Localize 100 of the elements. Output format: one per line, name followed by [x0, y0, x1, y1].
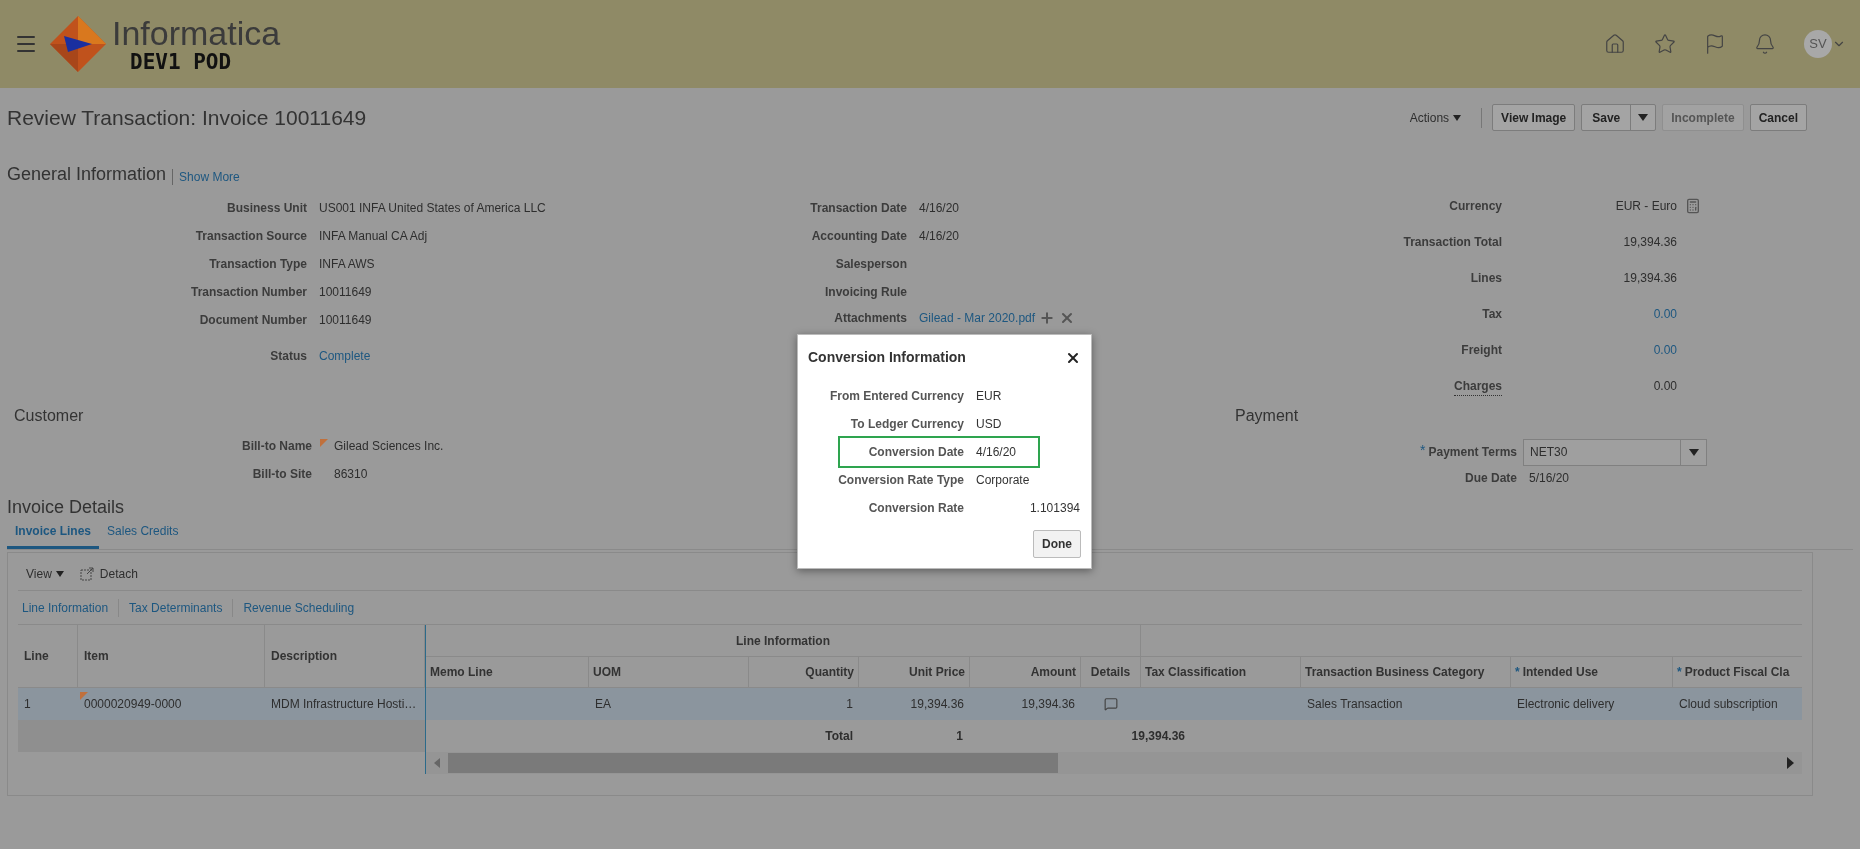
- details-icon[interactable]: [1104, 697, 1118, 711]
- field-value: US001 INFA United States of America LLC: [319, 200, 546, 217]
- field-label: Transaction Total: [1403, 234, 1502, 251]
- field-value: 19,394.36: [1623, 270, 1677, 287]
- column-header: Unit Price: [859, 657, 970, 687]
- bell-icon[interactable]: [1754, 33, 1776, 55]
- column-header: Amount: [970, 657, 1081, 687]
- show-more-link[interactable]: Show More: [179, 168, 240, 186]
- field-label: Transaction Number: [189, 284, 307, 301]
- star-icon[interactable]: [1654, 33, 1676, 55]
- user-avatar[interactable]: SV: [1804, 30, 1832, 58]
- payment-terms-select[interactable]: NET30: [1523, 438, 1707, 466]
- field-label: Invoicing Rule: [824, 284, 907, 301]
- field-label: Tax: [1482, 306, 1502, 323]
- view-menu[interactable]: View: [26, 564, 64, 583]
- field-link[interactable]: 0.00: [1653, 341, 1677, 359]
- field-value: INFA Manual CA Adj: [319, 228, 428, 245]
- column-group-header: Line Information: [426, 625, 1141, 656]
- tab[interactable]: Sales Credits: [99, 522, 187, 549]
- field-link[interactable]: 0.00: [1653, 305, 1677, 323]
- section-title: Invoice Details: [7, 496, 125, 519]
- field-value: EUR - Euro: [1615, 198, 1677, 215]
- table-cell-text: MDM Infrastructure Hosti…: [270, 696, 418, 713]
- section-title: General Information: [7, 163, 167, 186]
- table-cell-text: 1: [23, 696, 32, 713]
- column-header: UOM: [589, 657, 749, 687]
- column-label: Product Fiscal Cla: [1684, 664, 1790, 681]
- column-header: Description: [265, 625, 425, 687]
- table-cell-text: EA: [594, 696, 612, 713]
- field-value: 19,394.36: [1623, 234, 1677, 251]
- field-value: Corporate: [976, 472, 1030, 489]
- field-label: Transaction Type: [208, 256, 307, 273]
- field-link[interactable]: Complete: [319, 347, 371, 365]
- column-label: Tax Classification: [1145, 664, 1247, 681]
- toolbar-button[interactable]: Cancel: [1749, 104, 1807, 131]
- field-label: Bill-to Site: [251, 466, 312, 483]
- scroll-right-icon: [1787, 757, 1794, 769]
- field-label: Conversion Rate Type: [837, 472, 964, 489]
- field-value: 86310: [334, 466, 368, 483]
- required-marker: *: [1420, 443, 1426, 457]
- attachment-link[interactable]: Gilead - Mar 2020.pdf: [919, 309, 1036, 327]
- field-label: Bill-to Name: [241, 438, 312, 455]
- home-icon[interactable]: [1604, 33, 1626, 55]
- field-label: Due Date: [1464, 470, 1517, 487]
- field-value: 10011649: [319, 284, 372, 301]
- field-value: USD: [976, 416, 1002, 433]
- field-label: Freight: [1461, 342, 1502, 359]
- actions-menu[interactable]: Actions: [1409, 108, 1462, 127]
- section-title: Customer: [14, 406, 84, 426]
- field-value: 0.00: [1653, 378, 1677, 395]
- column-header: Details: [1081, 657, 1141, 687]
- tab[interactable]: Invoice Lines: [7, 522, 100, 549]
- field-value: EUR: [976, 388, 1002, 405]
- field-label: Lines: [1470, 270, 1502, 287]
- page-title: Review Transaction: Invoice 10011649: [7, 105, 367, 131]
- toolbar-button[interactable]: View Image: [1492, 104, 1576, 131]
- field-label: Charges: [1453, 376, 1502, 396]
- field-label: To Ledger Currency: [849, 416, 964, 433]
- table-cell-text: 1: [845, 696, 854, 713]
- field-label: From Entered Currency: [828, 388, 964, 405]
- save-button[interactable]: Save: [1582, 105, 1631, 130]
- field-label: Document Number: [198, 312, 307, 329]
- horizontal-scrollbar[interactable]: [426, 752, 1802, 774]
- column-label: Transaction Business Category: [1305, 664, 1485, 681]
- field-value: 4/16/20: [919, 200, 960, 217]
- field-value: 10011649: [319, 312, 372, 329]
- subtab-link[interactable]: Line Information: [22, 598, 109, 617]
- table-row[interactable]: 1 0000020949-0000 MDM Infrastructure Hosti…: [18, 688, 425, 720]
- subtab-link[interactable]: Tax Determinants: [129, 598, 223, 617]
- detach-button[interactable]: Detach: [79, 564, 138, 583]
- dialog-title: Conversion Information: [808, 348, 966, 367]
- flag-icon[interactable]: [1704, 33, 1726, 55]
- caret-icon: [1453, 114, 1462, 121]
- subtab-link[interactable]: Revenue Scheduling: [243, 598, 355, 617]
- scroll-left-icon: [434, 758, 440, 768]
- total-quantity: 1: [956, 728, 963, 745]
- column-header: Quantity: [749, 657, 859, 687]
- table-cell-text: 19,394.36: [909, 696, 965, 713]
- field-value: 4/16/20: [919, 228, 960, 245]
- table-cell-text: 19,394.36: [1020, 696, 1076, 713]
- caret-icon: [55, 570, 64, 577]
- brand-name: Informatica: [112, 15, 281, 50]
- required-marker: *: [1677, 664, 1682, 681]
- required-marker: *: [1515, 664, 1520, 681]
- field-label: Currency: [1449, 198, 1502, 215]
- calculator-icon[interactable]: [1685, 198, 1701, 214]
- field-label: Conversion Rate: [867, 500, 964, 517]
- column-header: Memo Line: [426, 657, 589, 687]
- field-label: Payment Terms: [1428, 444, 1517, 461]
- field-label: Accounting Date: [810, 228, 907, 245]
- table-cell-text: Electronic delivery: [1516, 696, 1616, 713]
- environment-name: DEV1 POD: [130, 51, 233, 73]
- total-amount: 19,394.36: [1131, 728, 1185, 745]
- logo-icon: [48, 14, 108, 74]
- caret-icon: [1638, 114, 1649, 121]
- column-header: Line: [18, 625, 78, 687]
- done-button[interactable]: Done: [1033, 530, 1081, 558]
- field-label: Status: [269, 348, 307, 365]
- field-label: Attachments: [833, 310, 907, 327]
- field-label: Transaction Date: [809, 200, 907, 217]
